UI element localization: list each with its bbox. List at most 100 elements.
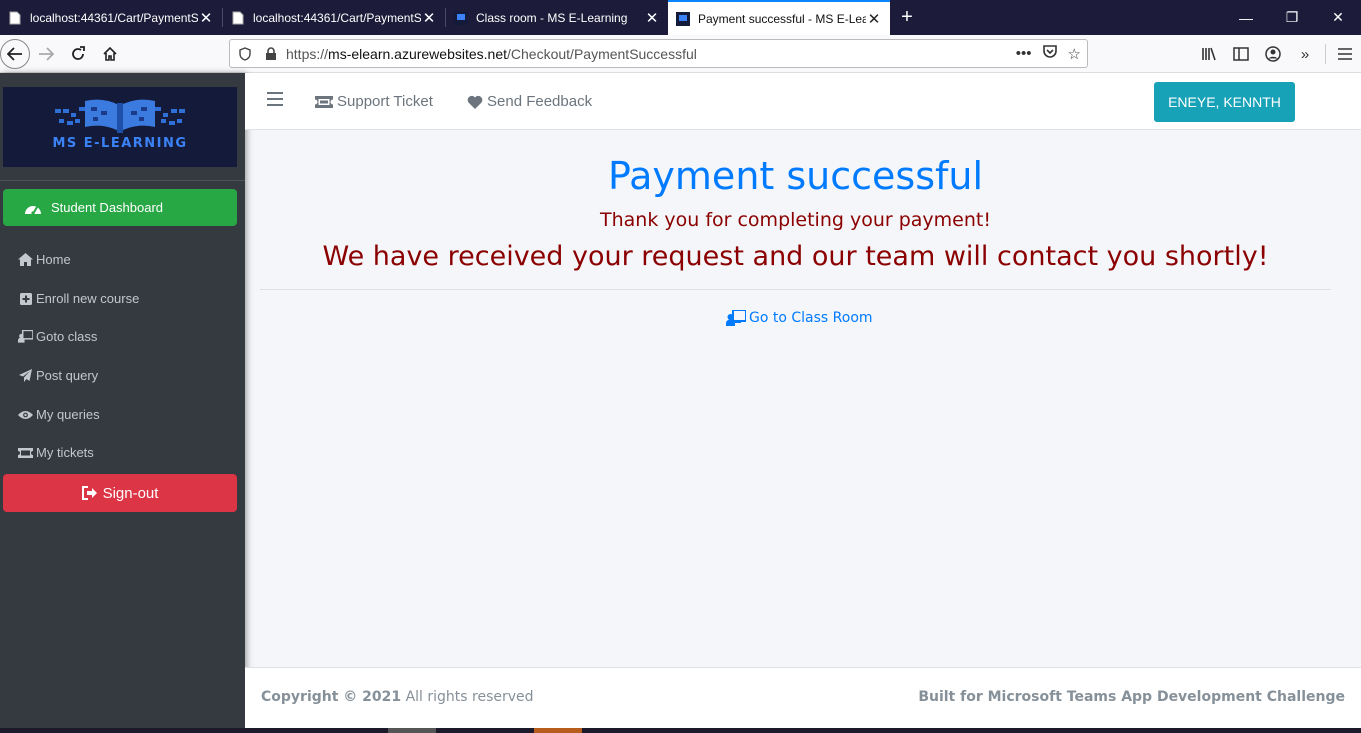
browser-tab-2[interactable]: localhost:44361/Cart/PaymentS ✕: [223, 0, 445, 35]
url-text: https://ms-elearn.azurewebsites.net/Chec…: [286, 46, 697, 62]
copyright-year: Copyright © 2021: [261, 689, 402, 705]
more-actions-icon[interactable]: •••: [1016, 45, 1032, 62]
browser-toolbar: https://ms-elearn.azurewebsites.net/Chec…: [0, 35, 1361, 73]
url-path: /Checkout/PaymentSuccessful: [507, 45, 697, 62]
sidebar-item-label: Enroll new course: [36, 291, 140, 306]
library-icon[interactable]: [1193, 38, 1225, 70]
sidebar-item-label: Home: [36, 252, 71, 267]
pocket-icon[interactable]: [1042, 44, 1058, 63]
scrollbar[interactable]: [1353, 130, 1361, 667]
restore-icon[interactable]: ❐: [1269, 0, 1315, 35]
sidebar-toggle-icon[interactable]: [1225, 38, 1257, 70]
student-dashboard-button[interactable]: Student Dashboard: [3, 189, 237, 226]
ticket-icon: [18, 447, 33, 458]
sidebar-item-my-queries[interactable]: My queries: [18, 407, 100, 422]
close-tab-icon[interactable]: ✕: [421, 9, 437, 27]
os-taskbar: [0, 728, 1361, 733]
ticket-icon: [315, 95, 333, 108]
page-icon: [231, 11, 245, 25]
close-tab-icon[interactable]: ✕: [198, 9, 214, 27]
url-prefix: https://: [286, 45, 329, 62]
user-name-button[interactable]: ENEYE, KENNTH: [1154, 82, 1295, 122]
plus-square-icon: [18, 292, 33, 305]
menu-icon[interactable]: [1329, 38, 1361, 70]
tab-title: localhost:44361/Cart/PaymentS: [30, 10, 198, 25]
tab-title: Class room - MS E-Learning: [476, 10, 628, 25]
toolbar-right: »: [1193, 35, 1361, 73]
taskbar-item[interactable]: [534, 728, 582, 733]
page-title: Payment successful: [607, 154, 984, 198]
go-to-class-room-link[interactable]: Go to Class Room: [726, 310, 873, 326]
sidebar-item-my-tickets[interactable]: My tickets: [18, 445, 94, 460]
reload-icon[interactable]: [62, 38, 94, 70]
sidebar-item-post-query[interactable]: Post query: [18, 368, 98, 383]
tab-strip: localhost:44361/Cart/PaymentS ✕ localhos…: [0, 0, 1361, 35]
bookmark-star-icon[interactable]: ☆: [1068, 45, 1081, 63]
support-ticket-link[interactable]: Support Ticket: [315, 93, 433, 110]
sidebar-item-goto-class[interactable]: Goto class: [18, 329, 97, 344]
brand-text: MS E-LEARNING: [52, 136, 187, 151]
close-tab-icon[interactable]: ✕: [866, 10, 882, 28]
chalkboard-teacher-icon: [726, 310, 746, 326]
address-bar[interactable]: https://ms-elearn.azurewebsites.net/Chec…: [229, 39, 1088, 68]
built-for-text: Built for Microsoft Teams App Developmen…: [918, 689, 1345, 705]
ms-elearning-favicon: [454, 10, 468, 25]
sign-out-label: Sign-out: [102, 484, 159, 502]
ms-elearning-favicon: [676, 11, 690, 26]
url-host: ms-elearn.azurewebsites.net: [328, 45, 508, 62]
window-close-icon[interactable]: ✕: [1315, 0, 1361, 35]
sidebar-item-label: My tickets: [36, 445, 94, 460]
lock-icon[interactable]: [260, 46, 282, 61]
sidebar-item-label: My queries: [36, 407, 100, 422]
sidebar-item-home[interactable]: Home: [18, 252, 71, 267]
page-icon: [8, 11, 22, 25]
home-browser-icon[interactable]: [94, 38, 126, 70]
paper-plane-icon: [18, 369, 33, 382]
copyright-rest: All rights reserved: [401, 689, 534, 705]
separator-line: [1321, 38, 1329, 70]
home-icon: [18, 253, 33, 266]
sidebar-item-enroll-new-course[interactable]: Enroll new course: [18, 291, 139, 306]
top-navbar: Support Ticket Send Feedback ENEYE, KENN…: [245, 73, 1361, 130]
new-tab-plus-icon[interactable]: +: [890, 0, 924, 35]
hamburger-menu-icon[interactable]: [267, 92, 283, 106]
sidebar: MS E-LEARNING Student Dashboard Home Enr…: [0, 73, 245, 733]
chalkboard-teacher-icon: [18, 330, 33, 343]
browser-tab-4-active[interactable]: Payment successful - MS E-Lea ✕: [668, 0, 890, 35]
brand-logo[interactable]: MS E-LEARNING: [3, 87, 237, 167]
brand-divider: [0, 180, 245, 181]
footer: Copyright © 2021 All rights reserved Bui…: [245, 667, 1361, 728]
tab-title: localhost:44361/Cart/PaymentS: [253, 10, 421, 25]
close-tab-icon[interactable]: ✕: [644, 9, 660, 27]
tab-title: Payment successful - MS E-Lea: [698, 11, 866, 26]
horizontal-divider: [260, 289, 1331, 290]
go-to-class-room-label: Go to Class Room: [749, 310, 873, 326]
student-dashboard-label: Student Dashboard: [51, 200, 164, 215]
sidebar-item-label: Goto class: [36, 329, 98, 344]
sign-out-icon: [81, 486, 98, 500]
browser-tab-1[interactable]: localhost:44361/Cart/PaymentS ✕: [0, 0, 222, 35]
window-controls: — ❐ ✕: [1223, 0, 1361, 35]
shield-icon[interactable]: [234, 46, 256, 61]
tachometer-icon: [23, 200, 43, 216]
send-feedback-link[interactable]: Send Feedback: [467, 93, 592, 110]
copyright-text: Copyright © 2021 All rights reserved: [261, 689, 534, 705]
contact-message: We have received your request and our te…: [322, 241, 1269, 272]
overflow-chevron-icon[interactable]: »: [1289, 38, 1321, 70]
heart-icon: [467, 95, 483, 109]
send-feedback-label: Send Feedback: [487, 93, 593, 110]
account-icon[interactable]: [1257, 38, 1289, 70]
browser-tab-3[interactable]: Class room - MS E-Learning ✕: [446, 0, 668, 35]
taskbar-item[interactable]: [388, 728, 436, 733]
eye-icon: [18, 410, 33, 420]
main-content: Payment successful Thank you for complet…: [245, 130, 1353, 667]
support-ticket-label: Support Ticket: [337, 93, 433, 110]
thank-you-text: Thank you for completing your payment!: [600, 209, 991, 231]
minimize-icon[interactable]: —: [1223, 0, 1269, 35]
browser-window: localhost:44361/Cart/PaymentS ✕ localhos…: [0, 0, 1361, 733]
back-arrow-icon[interactable]: [0, 38, 30, 69]
sidebar-item-label: Post query: [36, 368, 99, 383]
address-bar-actions: ••• ☆: [1016, 40, 1081, 67]
forward-arrow-icon[interactable]: [30, 38, 62, 70]
sign-out-button[interactable]: Sign-out: [3, 474, 237, 512]
